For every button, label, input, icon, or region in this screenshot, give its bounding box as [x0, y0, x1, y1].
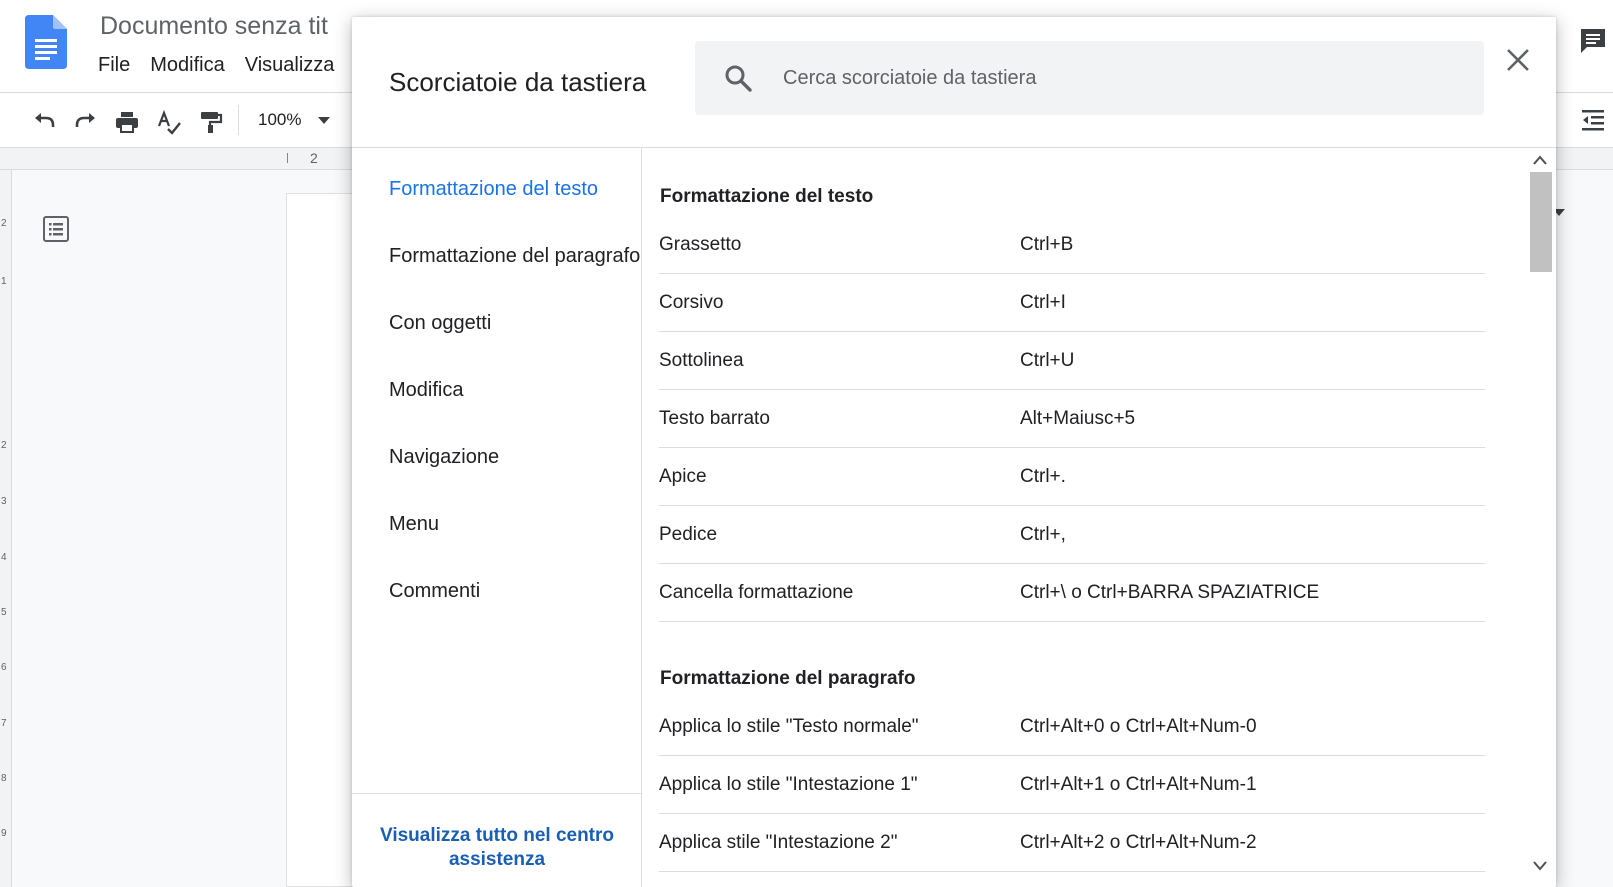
nav-item-navigazione[interactable]: Navigazione: [389, 446, 499, 469]
shortcut-keys: Ctrl+\ o Ctrl+BARRA SPAZIATRICE: [1020, 582, 1320, 603]
comment-icon[interactable]: [1578, 26, 1608, 56]
scrollbar-thumb[interactable]: [1530, 172, 1552, 272]
zoom-select[interactable]: 100%: [258, 110, 301, 130]
redo-icon[interactable]: [73, 109, 99, 135]
dialog-header: Scorciatoie da tastiera: [352, 17, 1556, 148]
document-title[interactable]: Documento senza tit: [100, 12, 328, 41]
shortcut-row: Applica lo stile "Testo normale" Ctrl+Al…: [659, 698, 1485, 756]
spellcheck-icon[interactable]: [156, 109, 182, 135]
shortcut-row: Apice Ctrl+.: [659, 448, 1485, 506]
shortcuts-list: Formattazione del testo Grassetto Ctrl+B…: [643, 148, 1556, 887]
shortcut-row: Testo barrato Alt+Maiusc+5: [659, 390, 1485, 448]
shortcut-keys: Ctrl+B: [1020, 234, 1074, 255]
shortcut-keys: Alt+Maiusc+5: [1020, 408, 1136, 429]
nav-footer: Visualizza tutto nel centro assistenza: [352, 793, 642, 887]
keyboard-shortcuts-dialog: Scorciatoie da tastiera Formattazione de…: [352, 17, 1556, 887]
shortcut-keys: Ctrl+U: [1020, 350, 1075, 371]
shortcut-row: Applica stile "Intestazione 2" Ctrl+Alt+…: [659, 814, 1485, 872]
shortcut-keys: Ctrl+,: [1020, 524, 1066, 545]
shortcut-action: Applica lo stile "Intestazione 1": [659, 774, 918, 795]
close-icon[interactable]: [1503, 45, 1533, 75]
shortcut-action: Applica stile "Intestazione 2": [659, 832, 898, 853]
shortcut-categories-nav: Formattazione del testo Formattazione de…: [352, 148, 642, 887]
help-center-link[interactable]: Visualizza tutto nel centro assistenza: [372, 824, 622, 872]
shortcut-action: Grassetto: [659, 234, 742, 255]
menu-visualizza[interactable]: Visualizza: [245, 54, 335, 77]
nav-item-formattazione-paragrafo[interactable]: Formattazione del paragrafo: [389, 245, 640, 268]
shortcut-action: Pedice: [659, 524, 718, 545]
section-title: Formattazione del paragrafo: [660, 668, 916, 689]
vruler-number: 8: [1, 773, 7, 784]
shortcut-row: Corsivo Ctrl+I: [659, 274, 1485, 332]
search-input[interactable]: [781, 41, 1471, 115]
shortcut-action: Applica lo stile "Testo normale": [659, 716, 919, 737]
shortcut-keys: Ctrl+Alt+2 o Ctrl+Alt+Num-2: [1020, 832, 1257, 853]
undo-icon[interactable]: [31, 109, 57, 135]
shortcut-row: Sottolinea Ctrl+U: [659, 332, 1485, 390]
vruler-number: 6: [1, 662, 7, 673]
shortcut-keys: Ctrl+I: [1020, 292, 1066, 313]
shortcut-action: Sottolinea: [659, 350, 744, 371]
vruler-number: 2: [1, 218, 7, 229]
shortcut-row: Pedice Ctrl+,: [659, 506, 1485, 564]
toolbar-separator: [238, 105, 239, 135]
nav-item-formattazione-testo[interactable]: Formattazione del testo: [389, 178, 598, 201]
vruler-number: 3: [1, 496, 7, 507]
nav-item-commenti[interactable]: Commenti: [389, 580, 480, 603]
menu-file[interactable]: File: [98, 54, 130, 77]
docs-logo-icon[interactable]: [25, 15, 67, 69]
vruler-number: 7: [1, 718, 7, 729]
search-box[interactable]: [695, 41, 1484, 115]
menubar: File Modifica Visualizza: [98, 54, 354, 77]
chevron-down-icon[interactable]: [318, 117, 330, 125]
ruler-number: 2: [310, 150, 318, 166]
print-icon[interactable]: [114, 109, 140, 135]
ruler-tick: [287, 153, 288, 163]
document-outline-icon[interactable]: [42, 215, 70, 243]
shortcut-action: Corsivo: [659, 292, 724, 313]
nav-item-con-oggetti[interactable]: Con oggetti: [389, 312, 491, 335]
menu-modifica[interactable]: Modifica: [150, 54, 224, 77]
shortcut-action: Apice: [659, 466, 707, 487]
scrollbar[interactable]: [1524, 148, 1556, 887]
section-title: Formattazione del testo: [660, 186, 874, 207]
search-icon: [725, 65, 752, 92]
chevron-down-icon[interactable]: [1533, 860, 1547, 872]
shortcut-action: Testo barrato: [659, 408, 770, 429]
nav-item-menu[interactable]: Menu: [389, 513, 439, 536]
shortcut-keys: Ctrl+Alt+0 o Ctrl+Alt+Num-0: [1020, 716, 1257, 737]
shortcut-action: Cancella formattazione: [659, 582, 854, 603]
paint-format-icon[interactable]: [198, 109, 224, 135]
nav-item-modifica[interactable]: Modifica: [389, 379, 463, 402]
decrease-indent-icon[interactable]: [1580, 107, 1606, 133]
vruler-number: 9: [1, 828, 7, 839]
vruler-number: 5: [1, 607, 7, 618]
vertical-ruler[interactable]: 2 1 2 3 4 5 6 7 8 9: [0, 170, 12, 887]
shortcut-row: Applica lo stile "Intestazione 1" Ctrl+A…: [659, 756, 1485, 814]
shortcut-row: Cancella formattazione Ctrl+\ o Ctrl+BAR…: [659, 564, 1485, 622]
vruler-number: 2: [1, 440, 7, 451]
vruler-number: 4: [1, 552, 7, 563]
shortcut-keys: Ctrl+Alt+1 o Ctrl+Alt+Num-1: [1020, 774, 1257, 795]
shortcut-row: Grassetto Ctrl+B: [659, 216, 1485, 274]
dialog-title: Scorciatoie da tastiera: [389, 67, 647, 97]
chevron-up-icon[interactable]: [1533, 154, 1547, 166]
vruler-number: 1: [1, 276, 7, 287]
shortcut-keys: Ctrl+.: [1020, 466, 1066, 487]
